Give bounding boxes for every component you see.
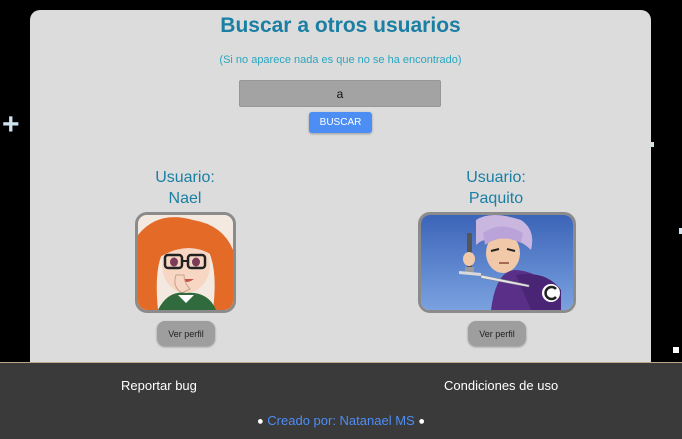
username: Paquito [468,190,524,207]
user-label-prefix: Usuario: [155,169,215,186]
anime-girl-avatar-image [138,215,233,310]
username: Nael [168,190,202,207]
user-label-prefix: Usuario: [466,169,526,186]
view-profile-button[interactable]: Ver perfil [157,321,215,346]
search-input[interactable] [239,80,441,107]
terms-link[interactable]: Condiciones de uso [444,378,558,393]
page-title: Buscar a otros usuarios [220,14,461,37]
github-icon: ● [418,415,425,428]
avatar[interactable] [135,212,236,313]
view-profile-button[interactable]: Ver perfil [468,321,526,346]
user-label: Usuario: Paquito [446,167,546,209]
decoration-dot [673,347,679,353]
user-label: Usuario: Nael [135,167,235,209]
avatar[interactable] [418,212,576,313]
credit-link[interactable]: Creado por: Natanael MS [267,413,414,428]
github-icon: ● [257,415,264,428]
plus-decoration-icon: + [2,108,20,141]
search-hint: (Si no aparece nada es que no se ha enco… [219,54,462,66]
credit-line: ● Creado por: Natanael MS ● [0,413,682,428]
report-bug-link[interactable]: Reportar bug [121,378,197,393]
search-card: Buscar a otros usuarios (Si no aparece n… [30,10,651,362]
decoration-dot [651,142,654,147]
search-button[interactable]: BUSCAR [309,112,372,133]
anime-swordsman-avatar-image [421,215,573,310]
footer: Reportar bug Condiciones de uso ● Creado… [0,362,682,439]
